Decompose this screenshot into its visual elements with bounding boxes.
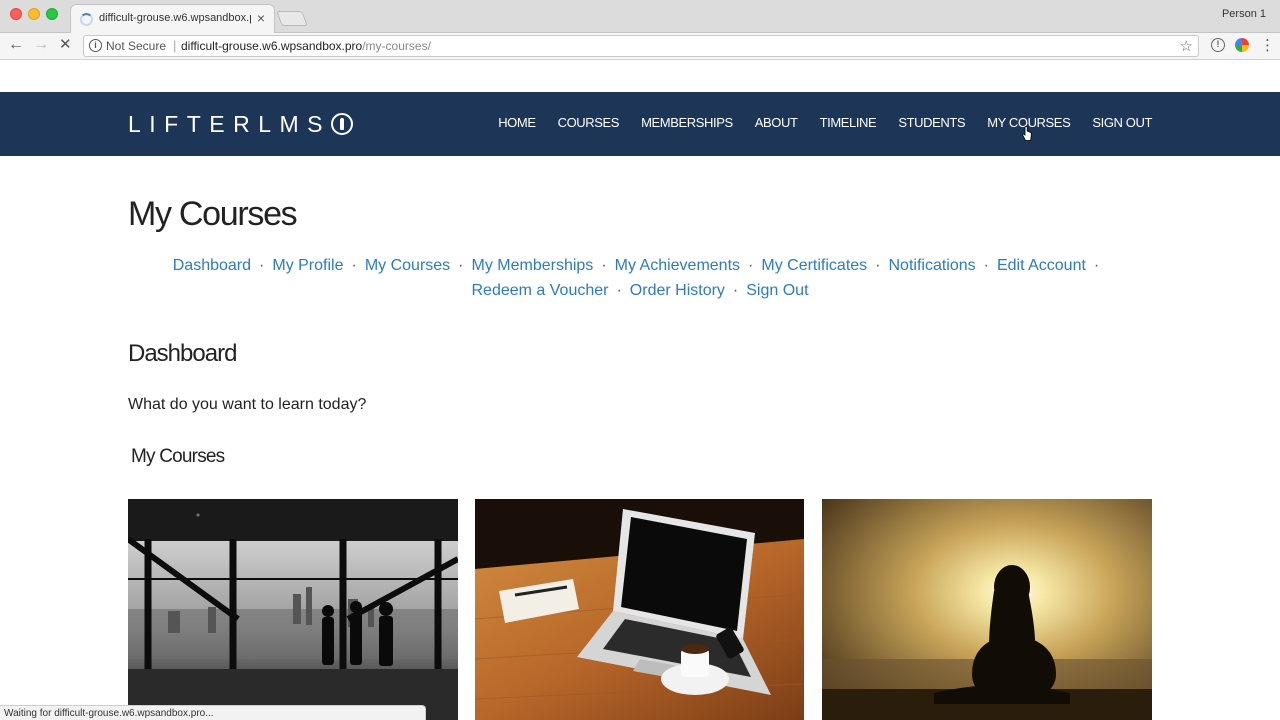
nav-memberships[interactable]: MEMBERSHIPS bbox=[641, 114, 733, 132]
account-link-order-history[interactable]: Order History bbox=[630, 282, 725, 299]
course-card[interactable] bbox=[128, 499, 458, 720]
my-courses-heading: My Courses bbox=[131, 446, 225, 467]
nav-separator: · bbox=[601, 257, 607, 274]
account-link-redeem-voucher[interactable]: Redeem a Voucher bbox=[471, 282, 608, 299]
forward-arrow-icon[interactable]: → bbox=[33, 35, 49, 55]
bookmark-star-icon[interactable]: ☆ bbox=[1180, 37, 1193, 55]
nav-home[interactable]: HOME bbox=[498, 114, 536, 132]
course-card[interactable] bbox=[822, 499, 1152, 720]
account-link-edit-account[interactable]: Edit Account bbox=[997, 257, 1086, 274]
nav-separator: · bbox=[616, 282, 622, 299]
security-label: Not Secure bbox=[106, 39, 167, 53]
account-link-dashboard[interactable]: Dashboard bbox=[173, 257, 251, 274]
logo-text: LIFTERLMS bbox=[128, 110, 332, 137]
mouse-pointer-icon bbox=[1022, 126, 1032, 141]
account-link-my-profile[interactable]: My Profile bbox=[272, 257, 343, 274]
nav-courses[interactable]: COURSES bbox=[558, 114, 620, 132]
site-header: LIFTERLMS HOME COURSES MEMBERSHIPS ABOUT… bbox=[0, 92, 1280, 156]
account-link-my-memberships[interactable]: My Memberships bbox=[472, 257, 594, 274]
address-bar[interactable]: i Not Secure | difficult-grouse.w6.wpsan… bbox=[83, 35, 1199, 57]
nav-separator: · bbox=[732, 282, 739, 299]
stop-loading-icon[interactable]: ✕ bbox=[59, 35, 72, 55]
tab-close-icon[interactable]: × bbox=[257, 10, 265, 26]
dashboard-heading: Dashboard bbox=[128, 340, 237, 367]
url-host: difficult-grouse.w6.wpsandbox.pro bbox=[181, 39, 363, 53]
account-link-notifications[interactable]: Notifications bbox=[888, 257, 975, 274]
course-card[interactable] bbox=[475, 499, 804, 720]
logo-icon bbox=[331, 113, 354, 135]
course-image-laptop bbox=[475, 499, 804, 720]
page-top-gap bbox=[0, 61, 1280, 92]
nav-separator: · bbox=[351, 257, 357, 274]
nav-separator: · bbox=[259, 257, 265, 274]
browser-toolbar: ← → ✕ i Not Secure | difficult-grouse.w6… bbox=[0, 33, 1280, 60]
extension-color-icon[interactable] bbox=[1235, 38, 1249, 52]
dashboard-prompt: What do you want to learn today? bbox=[128, 396, 367, 413]
browser-tab[interactable]: difficult-grouse.w6.wpsandbox.pro × bbox=[70, 4, 275, 33]
page-title: My Courses bbox=[128, 195, 298, 233]
maximize-window-button[interactable] bbox=[46, 8, 58, 20]
course-image-office bbox=[128, 499, 458, 720]
nav-sign-out[interactable]: SIGN OUT bbox=[1092, 114, 1152, 132]
site-logo[interactable]: LIFTERLMS bbox=[128, 109, 354, 139]
nav-separator: · bbox=[983, 257, 989, 274]
nav-students[interactable]: STUDENTS bbox=[898, 114, 965, 132]
close-window-button[interactable] bbox=[10, 8, 22, 20]
profile-name[interactable]: Person 1 bbox=[1222, 8, 1266, 20]
course-image-meditation bbox=[822, 499, 1152, 720]
account-link-my-achievements[interactable]: My Achievements bbox=[615, 257, 740, 274]
info-icon[interactable]: i bbox=[89, 39, 102, 52]
extension-info-icon[interactable]: ! bbox=[1211, 38, 1225, 52]
account-link-my-courses[interactable]: My Courses bbox=[365, 257, 450, 274]
url-text[interactable]: difficult-grouse.w6.wpsandbox.pro/my-cou… bbox=[181, 39, 431, 53]
nav-separator: · bbox=[748, 257, 754, 274]
new-tab-button[interactable] bbox=[276, 11, 308, 26]
nav-separator: · bbox=[875, 257, 881, 274]
nav-timeline[interactable]: TIMELINE bbox=[820, 114, 877, 132]
browser-menu-icon[interactable]: ⋮ bbox=[1260, 36, 1275, 54]
url-path: /my-courses/ bbox=[362, 39, 431, 53]
loading-spinner-icon bbox=[80, 13, 93, 26]
url-separator: | bbox=[173, 38, 177, 53]
nav-about[interactable]: ABOUT bbox=[755, 114, 798, 132]
nav-separator: · bbox=[458, 257, 464, 274]
account-link-my-certificates[interactable]: My Certificates bbox=[761, 257, 867, 274]
main-nav: HOME COURSES MEMBERSHIPS ABOUT TIMELINE … bbox=[498, 114, 1152, 132]
browser-tab-bar: difficult-grouse.w6.wpsandbox.pro × Pers… bbox=[0, 0, 1280, 33]
account-nav: Dashboard · My Profile · My Courses · My Membe… bbox=[128, 253, 1152, 303]
account-link-sign-out[interactable]: Sign Out bbox=[746, 282, 808, 299]
browser-status-bar: Waiting for difficult-grouse.w6.wpsandbo… bbox=[0, 705, 426, 720]
minimize-window-button[interactable] bbox=[28, 8, 40, 20]
back-arrow-icon[interactable]: ← bbox=[8, 35, 24, 55]
nav-separator: · bbox=[1093, 257, 1100, 274]
tab-title: difficult-grouse.w6.wpsandbox.pro bbox=[99, 12, 251, 24]
